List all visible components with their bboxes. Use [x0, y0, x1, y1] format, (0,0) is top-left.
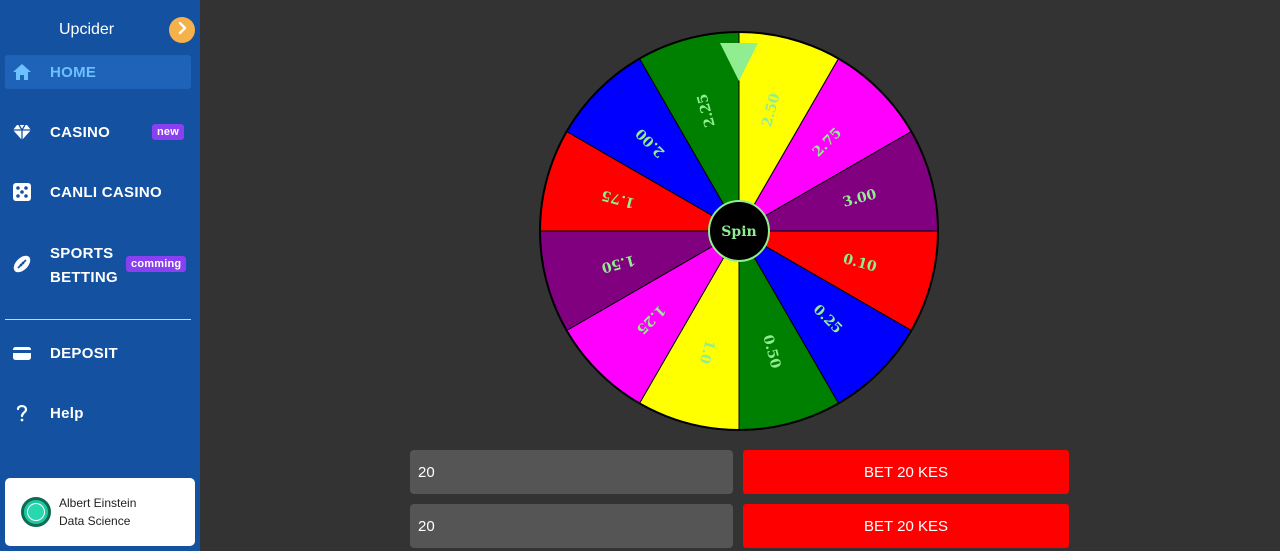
football-icon	[11, 253, 33, 275]
dice-icon	[11, 181, 33, 203]
avatar-inner	[27, 503, 45, 521]
sidebar-item-help[interactable]: Help	[5, 396, 191, 430]
prize-wheel-graphic: 2.502.753.000.100.250.501.01.251.501.752…	[539, 31, 939, 431]
sidebar-item-deposit[interactable]: DEPOSIT	[5, 336, 191, 370]
sidebar-item-label: CANLI CASINO	[50, 183, 162, 201]
sidebar-item-label-line1: SPORTS	[50, 245, 114, 262]
sidebar-item-label: DEPOSIT	[50, 344, 118, 362]
sidebar-item-label-line2: BETTING	[50, 269, 118, 286]
sidebar-item-home[interactable]: HOME	[5, 55, 191, 89]
comming-badge: comming	[126, 256, 187, 272]
bet-amount-input[interactable]	[410, 450, 733, 494]
sidebar-item-sports-betting[interactable]: SPORTS BETTING comming	[5, 239, 191, 289]
bet-amount-input[interactable]	[410, 504, 733, 548]
avatar	[21, 497, 51, 527]
sidebar-item-label: CASINO	[50, 123, 111, 141]
sidebar-item-label: SPORTS BETTING	[50, 242, 118, 290]
sidebar-item-label: Help	[50, 404, 84, 422]
home-icon	[11, 61, 33, 83]
sidebar-item-label: HOME	[50, 63, 97, 81]
brand-name: Upcider	[59, 21, 115, 38]
profile-name: Albert Einstein	[59, 496, 137, 510]
sidebar: Upcider HOME CASINO new CANLI CASINO SPO…	[0, 0, 200, 551]
question-icon	[11, 402, 33, 424]
bet-button[interactable]: BET 20 KES	[743, 450, 1069, 494]
spin-button[interactable]: Spin	[708, 200, 770, 262]
prize-wheel[interactable]: 2.50 2.75 3.00 0.10 0.25 0.50 1.0 1.25 1.50 1.75 2…	[539, 31, 939, 431]
diamond-icon	[11, 121, 33, 143]
sidebar-item-casino[interactable]: CASINO new	[5, 115, 191, 149]
new-badge: new	[152, 124, 184, 140]
sidebar-item-canli-casino[interactable]: CANLI CASINO	[5, 175, 191, 209]
bet-button[interactable]: BET 20 KES	[743, 504, 1069, 548]
chevron-right-icon	[175, 21, 189, 40]
bet-row: BET 20 KES	[410, 450, 1069, 494]
bet-row: BET 20 KES	[410, 504, 1069, 548]
sidebar-divider	[5, 319, 191, 320]
profile-card[interactable]: Albert Einstein Data Science	[5, 478, 195, 546]
profile-role: Data Science	[59, 514, 131, 528]
wallet-icon	[11, 342, 33, 364]
sidebar-toggle-button[interactable]	[169, 17, 195, 43]
spin-label: Spin	[721, 224, 756, 240]
